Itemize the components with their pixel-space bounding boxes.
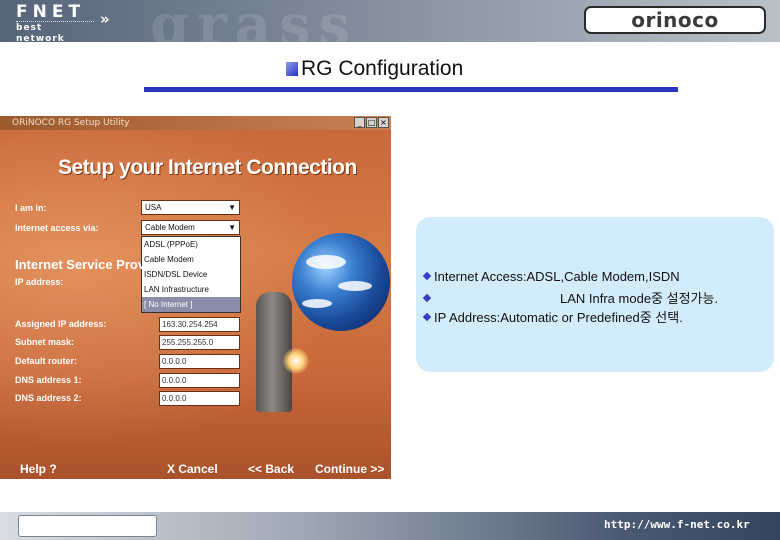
access-dropdown-list: ADSL (PPPoE) Cable Modem ISDN/DSL Device… <box>141 236 241 313</box>
setup-window-body: Setup your Internet Connection I am in: … <box>0 130 391 479</box>
access-option-lan[interactable]: LAN Infrastructure <box>142 282 240 297</box>
dns2-field[interactable]: 0.0.0.0 <box>159 391 240 406</box>
window-titlebar: ORiNOCO RG Setup Utility _ □ × <box>0 116 391 130</box>
diamond-bullet-icon <box>422 312 432 322</box>
label-ip-address: IP address: <box>15 277 64 287</box>
note-text-1: Internet Access:ADSL,Cable Modem,ISDN <box>434 269 680 284</box>
label-default-router: Default router: <box>15 356 78 366</box>
maximize-button[interactable]: □ <box>366 117 377 128</box>
label-dns1: DNS address 1: <box>15 375 82 385</box>
diamond-bullet-icon <box>422 293 432 303</box>
orinoco-logo: orinoco <box>584 6 766 34</box>
access-option-isdn-dsl[interactable]: ISDN/DSL Device <box>142 267 240 282</box>
access-select-value: Cable Modem <box>145 223 195 232</box>
dropdown-arrow-icon: ▼ <box>228 223 236 232</box>
label-access-via: Internet access via: <box>15 223 99 233</box>
note-line-3: IP Address:Automatic or Predefined중 선택. <box>422 307 683 326</box>
globe-image <box>292 233 390 331</box>
setup-utility-screenshot: ORiNOCO RG Setup Utility _ □ × Setup you… <box>0 116 391 479</box>
country-select-value: USA <box>145 203 162 212</box>
minimize-button[interactable]: _ <box>354 117 365 128</box>
title-underline <box>144 87 678 92</box>
continue-button[interactable]: Continue >> <box>315 462 384 476</box>
diamond-bullet-icon <box>422 271 432 281</box>
light-glow <box>283 348 309 374</box>
access-option-no-internet[interactable]: [ No Internet ] <box>142 297 240 312</box>
window-controls: _ □ × <box>354 117 389 128</box>
access-option-adsl[interactable]: ADSL (PPPoE) <box>142 237 240 252</box>
banner-background-text: grass <box>150 0 358 42</box>
note-line-1: Internet Access:ADSL,Cable Modem,ISDN <box>422 269 680 284</box>
note-text-2: LAN Infra mode중 설정가능. <box>560 291 719 306</box>
brand-name: FNET <box>16 2 86 22</box>
cloud-shape <box>302 299 332 308</box>
footer-input-box <box>18 515 157 537</box>
partner-logo-text: orinoco <box>631 8 719 32</box>
default-router-field[interactable]: 0.0.0.0 <box>159 354 240 369</box>
description-box: Internet Access:ADSL,Cable Modem,ISDN LA… <box>416 217 774 372</box>
assigned-ip-field[interactable]: 163.30.254.254 <box>159 317 240 332</box>
window-title: ORiNOCO RG Setup Utility <box>12 118 130 128</box>
fnet-logo: FNET best network <box>16 3 94 42</box>
cancel-button[interactable]: X Cancel <box>167 462 218 476</box>
label-assigned-ip: Assigned IP address: <box>15 319 107 329</box>
close-button[interactable]: × <box>378 117 389 128</box>
footer-url[interactable]: http://www.f-net.co.kr <box>604 518 750 531</box>
page-title: RG Configuration <box>301 57 464 80</box>
subnet-mask-field[interactable]: 255.255.255.0 <box>159 335 240 350</box>
bottom-banner: http://www.f-net.co.kr <box>0 512 780 540</box>
dns1-field[interactable]: 0.0.0.0 <box>159 373 240 388</box>
label-dns2: DNS address 2: <box>15 393 82 403</box>
setup-heading: Setup your Internet Connection <box>58 156 357 179</box>
note-text-3: IP Address:Automatic or Predefined중 선택. <box>434 310 683 325</box>
brand-tagline: best network <box>16 21 94 42</box>
double-chevron-icon: » <box>100 10 110 28</box>
help-button[interactable]: Help ? <box>20 462 57 476</box>
isp-heading: Internet Service Provi <box>15 257 149 272</box>
label-subnet-mask: Subnet mask: <box>15 337 75 347</box>
access-option-cable-modem[interactable]: Cable Modem <box>142 252 240 267</box>
access-select[interactable]: Cable Modem ▼ <box>141 220 240 235</box>
back-button[interactable]: << Back <box>248 462 294 476</box>
cloud-shape <box>306 255 346 269</box>
top-banner: grass FNET best network » orinoco <box>0 0 780 42</box>
label-i-am-in: I am in: <box>15 203 47 213</box>
note-line-2: LAN Infra mode중 설정가능. <box>422 288 719 307</box>
title-square-icon <box>286 62 298 76</box>
dropdown-arrow-icon: ▼ <box>228 203 236 212</box>
country-select[interactable]: USA ▼ <box>141 200 240 215</box>
cloud-shape <box>338 281 372 291</box>
